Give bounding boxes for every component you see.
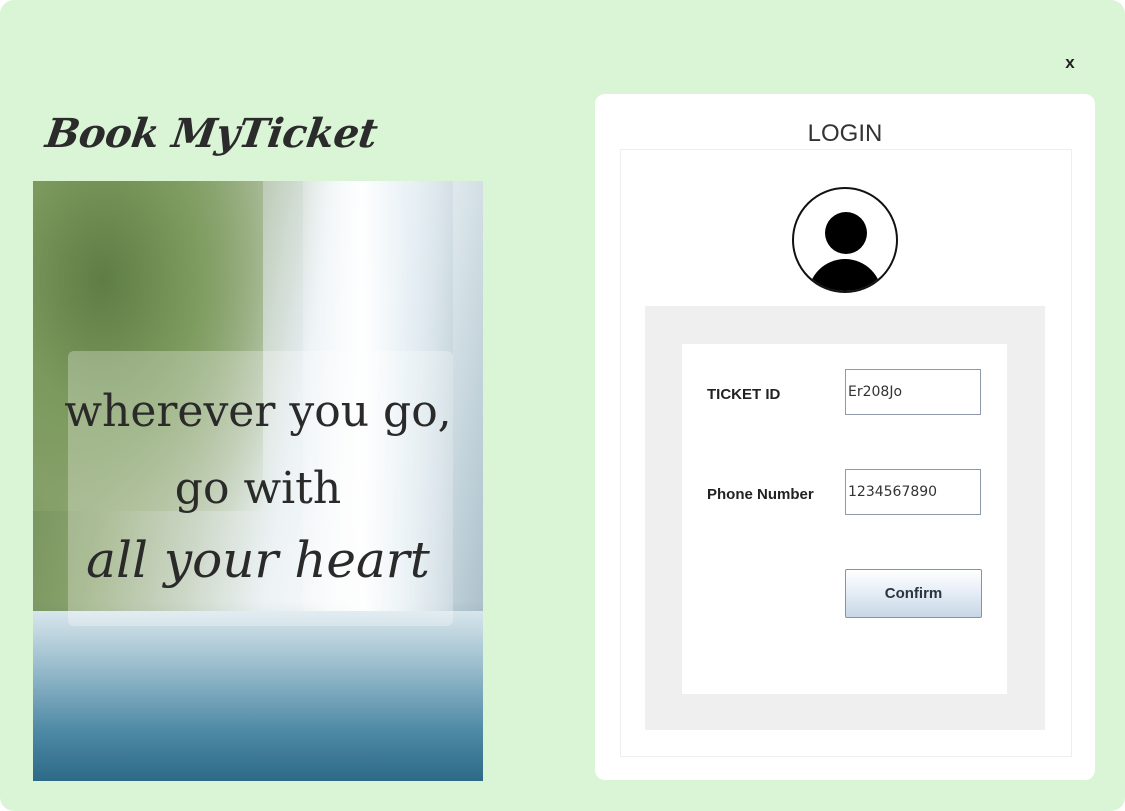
login-title: LOGIN (807, 120, 883, 147)
confirm-button[interactable]: Confirm (845, 569, 982, 618)
background-code-shadow (0, 10, 600, 70)
ticket-id-label: TICKET ID (707, 386, 781, 403)
avatar-head (825, 212, 867, 254)
user-avatar-icon (792, 187, 898, 293)
poster-water (33, 611, 483, 781)
brand-logo: Book MyTicket (42, 110, 381, 157)
login-form: TICKET ID Phone Number Confirm (682, 344, 1007, 694)
poster-quote-line-1: wherever you go, (64, 386, 452, 437)
poster-image: wherever you go, go with all your heart (33, 181, 483, 781)
ticket-id-input[interactable] (845, 369, 981, 415)
form-background: TICKET ID Phone Number Confirm (645, 306, 1045, 730)
poster-quote-line-2: go with (174, 463, 342, 514)
phone-number-label: Phone Number (707, 486, 814, 503)
close-button[interactable]: x (1060, 52, 1080, 74)
login-card: LOGIN TICKET ID Phone Number Confirm (595, 94, 1095, 780)
poster-quote-line-3: all your heart (86, 531, 430, 589)
app-window: x Book MyTicket wherever you go, go with… (0, 0, 1125, 811)
avatar-body (808, 259, 882, 291)
phone-number-input[interactable] (845, 469, 981, 515)
